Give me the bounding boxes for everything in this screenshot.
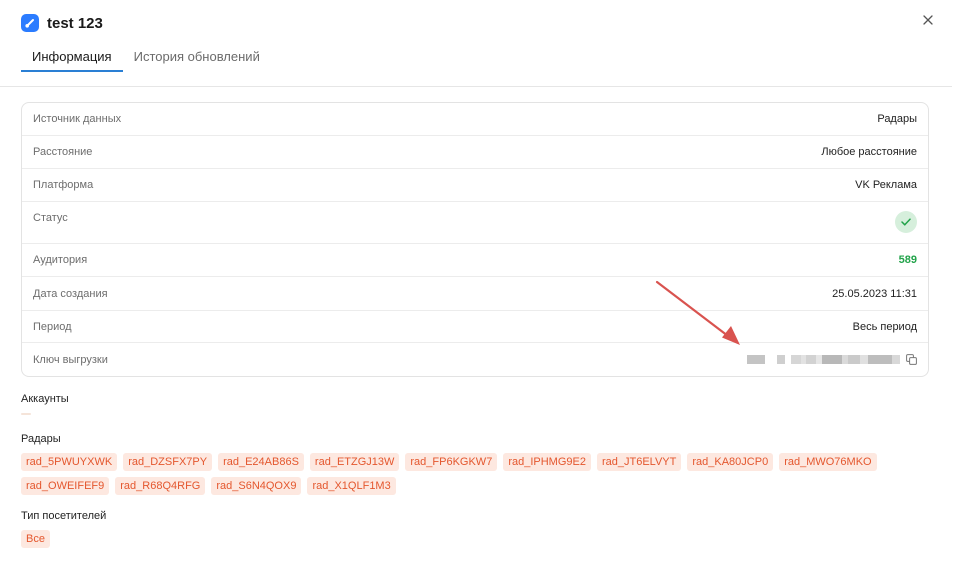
visitor-type-title: Тип посетителей (21, 510, 107, 522)
info-label: Расстояние (33, 146, 93, 158)
info-label: Период (33, 320, 72, 333)
audience-count: 589 (898, 254, 917, 266)
radar-chip[interactable]: rad_E24AB86S (218, 453, 304, 471)
info-label: Платформа (33, 179, 94, 191)
accounts-title: Аккаунты (21, 393, 69, 405)
info-label: Дата создания (33, 287, 108, 300)
info-value: VK Реклама (855, 179, 917, 191)
info-value: 25.05.2023 11:31 (832, 287, 917, 300)
tabs-divider (0, 86, 952, 87)
info-card: Источник данных Радары Расстояние Любое … (21, 102, 929, 377)
radar-chip[interactable]: rad_IPHMG9E2 (503, 453, 591, 471)
info-value: Радары (877, 113, 917, 125)
accounts-placeholder (21, 413, 31, 415)
info-label: Статус (33, 212, 68, 224)
info-row-platform: Платформа VK Реклама (22, 169, 928, 202)
info-label: Аудитория (33, 254, 88, 266)
radar-chip[interactable]: rad_S6N4QOX9 (211, 477, 302, 495)
export-key-blurred (747, 355, 900, 365)
status-badge (895, 211, 917, 233)
info-row-export-key: Ключ выгрузки (22, 343, 928, 376)
export-key (747, 354, 917, 366)
info-row-status: Статус (22, 202, 928, 244)
close-icon (923, 15, 933, 25)
info-value: Весь период (852, 320, 917, 333)
copy-key-button[interactable] (905, 354, 917, 366)
radar-chip[interactable]: rad_R68Q4RFG (115, 477, 206, 495)
info-row-source: Источник данных Радары (22, 103, 928, 136)
info-row-created: Дата создания 25.05.2023 11:31 (22, 277, 928, 311)
tab-bar: Информация История обновлений (21, 42, 271, 72)
radar-chip[interactable]: rad_JT6ELVYT (596, 453, 682, 471)
close-button[interactable] (918, 11, 938, 29)
info-row-audience: Аудитория 589 (22, 244, 928, 277)
info-row-distance: Расстояние Любое расстояние (22, 136, 928, 169)
radar-chip[interactable]: rad_X1QLF1M3 (307, 477, 396, 495)
info-label: Ключ выгрузки (33, 353, 108, 366)
visitor-type-list: Все (21, 530, 921, 554)
check-icon (901, 218, 911, 226)
radar-chip[interactable]: rad_DZSFX7PY (123, 453, 213, 471)
radars-title: Радары (21, 433, 61, 445)
modal-header: test 123 (21, 12, 103, 34)
radar-chip[interactable]: rad_5PWUYXWK (21, 453, 118, 471)
copy-icon (905, 354, 917, 365)
radar-chip[interactable]: rad_FP6KGKW7 (405, 453, 498, 471)
radar-chip[interactable]: rad_OWEIFEF9 (21, 477, 110, 495)
radar-chip[interactable]: rad_MWO76MKO (779, 453, 877, 471)
modal-title: test 123 (47, 14, 103, 32)
tab-information[interactable]: Информация (21, 42, 123, 72)
radar-chip[interactable]: rad_KA80JCP0 (687, 453, 774, 471)
tab-update-history[interactable]: История обновлений (123, 42, 271, 72)
visitor-type-chip[interactable]: Все (21, 530, 50, 548)
info-label: Источник данных (33, 113, 122, 125)
app-logo-icon (21, 14, 39, 32)
info-value: Любое расстояние (821, 146, 917, 158)
radar-chip[interactable]: rad_ETZGJ13W (309, 453, 400, 471)
info-row-period: Период Весь период (22, 311, 928, 343)
radars-list: rad_5PWUYXWK rad_DZSFX7PY rad_E24AB86S r… (21, 453, 921, 501)
